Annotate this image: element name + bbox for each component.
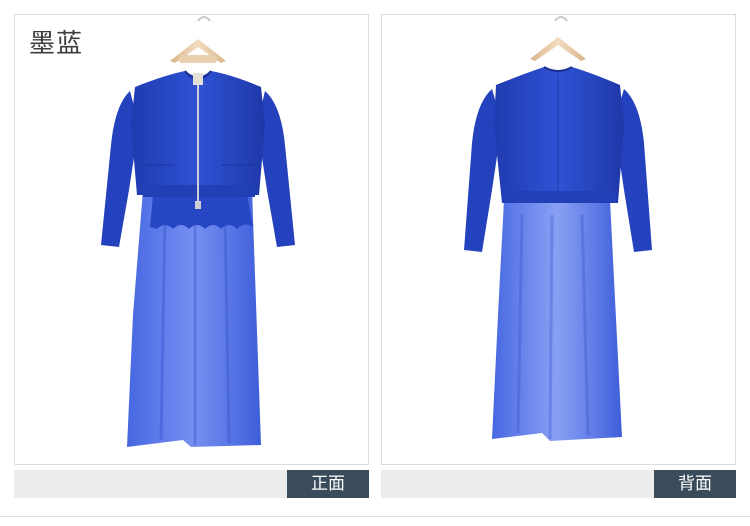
color-name-label: 墨蓝: [29, 29, 84, 59]
sheer-skirt: [492, 200, 622, 441]
front-caption-bar: 正面: [14, 470, 369, 498]
cropped-jacket: [494, 67, 624, 203]
back-view-panel: [381, 14, 736, 465]
front-view-image: [101, 16, 295, 447]
back-caption-tab: 背面: [654, 470, 736, 498]
back-view-image: [464, 16, 652, 441]
hanger: [170, 16, 226, 63]
front-view-panel: 墨蓝: [14, 14, 369, 465]
bottom-divider: [0, 516, 750, 517]
front-caption-tab: 正面: [287, 470, 369, 498]
ruffle-peplum: [150, 195, 253, 229]
hanger: [530, 16, 586, 61]
back-caption-bar: 背面: [381, 470, 736, 498]
